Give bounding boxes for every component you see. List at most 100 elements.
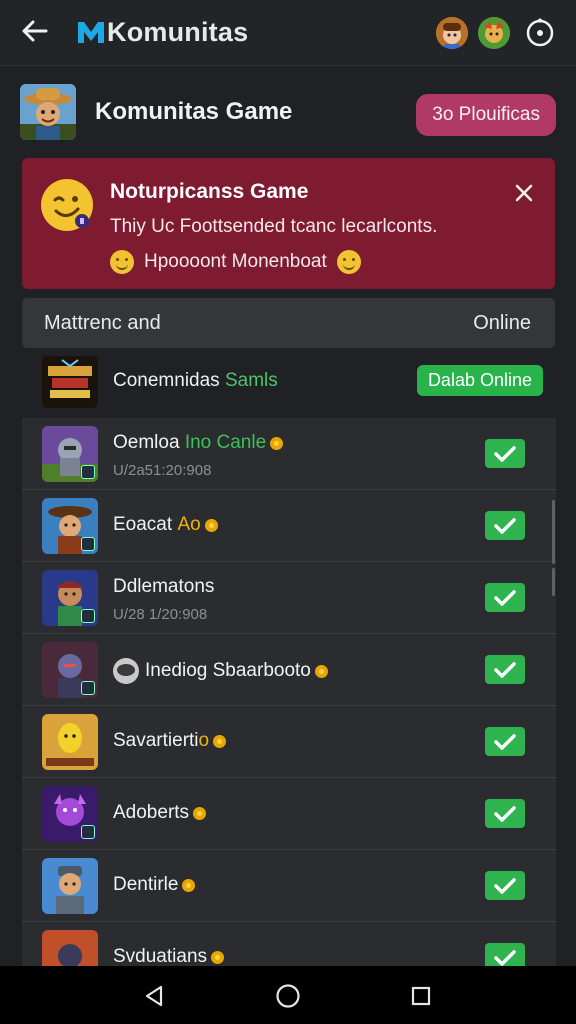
user-avatar-2[interactable] (478, 17, 510, 49)
featured-title: Conemnidas Samls (113, 370, 278, 392)
nav-back-button[interactable] (141, 983, 167, 1009)
member-name-text: Savartierti (113, 730, 199, 751)
notice-subtext: Hpoooont Monenboat (110, 250, 361, 274)
back-button[interactable] (18, 14, 52, 48)
scrollbar-track[interactable] (552, 568, 555, 596)
avatar-face-icon (436, 17, 468, 49)
member-checkbox[interactable] (485, 583, 525, 612)
system-navigation-bar (0, 966, 576, 1024)
member-checkbox[interactable] (485, 511, 525, 540)
member-badge-icon (81, 825, 95, 839)
smiley-icon (110, 250, 134, 274)
checkmark-icon (494, 877, 516, 894)
featured-title-prefix: Conemnidas (113, 370, 220, 391)
member-name-text: Ddlematons (113, 576, 215, 597)
list-item[interactable]: Ddlematons U/28 1/20:908 (22, 562, 556, 634)
member-name: Savartierti o (113, 730, 227, 752)
app-logo-icon (78, 22, 104, 43)
coin-icon (211, 950, 225, 964)
app-title-text: Komunitas (107, 16, 249, 47)
member-checkbox[interactable] (485, 799, 525, 828)
member-checkbox[interactable] (485, 871, 525, 900)
member-name: Eoacat Ao (113, 514, 218, 536)
notice-close-button[interactable] (513, 182, 535, 204)
square-recents-icon (411, 986, 431, 1006)
member-checkbox[interactable] (485, 727, 525, 756)
settings-ring-icon (526, 18, 554, 47)
member-badge-icon (81, 537, 95, 551)
member-timestamp: U/2a51:20:908 (113, 462, 212, 479)
checkmark-icon (494, 733, 516, 750)
avatar-character-icon (478, 17, 510, 49)
notice-subtext-label: Hpoooont Monenboat (144, 251, 327, 272)
member-thumbnail (42, 426, 98, 482)
checkmark-icon (494, 661, 516, 678)
member-checkbox[interactable] (485, 943, 525, 966)
top-app-bar: Komunitas (0, 0, 576, 66)
member-thumbnail (42, 858, 98, 914)
member-name-text: Oemloa (113, 432, 180, 453)
cowboy-character-icon (20, 84, 76, 140)
member-thumbnail (42, 498, 98, 554)
member-name-text: Inediog Sbaarbooto (145, 660, 311, 681)
coin-icon (182, 878, 196, 892)
triangle-back-icon (145, 985, 163, 1007)
coin-icon (213, 734, 227, 748)
member-name-text: Adoberts (113, 802, 190, 823)
notice-banner: Noturpicanss Game Thiy Uc Foottsended tc… (22, 158, 555, 289)
member-timestamp: U/28 1/20:908 (113, 606, 208, 623)
checkmark-icon (494, 805, 516, 822)
list-item[interactable]: Oemloa Ino Canle U/2a51:20:908 (22, 418, 556, 490)
coin-icon (193, 806, 207, 820)
list-item[interactable]: Adoberts (22, 778, 556, 850)
list-item[interactable]: Eoacat Ao (22, 490, 556, 562)
checkmark-icon (494, 949, 516, 966)
member-name-highlight: o (198, 730, 210, 751)
online-status-button[interactable]: Dalab Online (416, 365, 543, 396)
list-item[interactable]: Inediog Sbaarbooto (22, 634, 556, 706)
member-name-text: Svduatians (113, 946, 208, 966)
nav-home-button[interactable] (275, 983, 301, 1009)
checkmark-icon (494, 589, 516, 606)
member-badge-icon (81, 681, 95, 695)
arrow-left-icon (22, 20, 48, 42)
member-badge-icon (81, 609, 95, 623)
member-checkbox[interactable] (485, 439, 525, 468)
member-name: Oemloa Ino Canle (113, 432, 284, 454)
game-logo-icon (42, 356, 98, 408)
banana-character-icon (42, 714, 98, 770)
community-action-button[interactable]: 3o Plouificas (416, 94, 556, 136)
coin-icon (314, 664, 328, 678)
member-thumbnail (42, 570, 98, 626)
member-name: Ddlematons (113, 576, 214, 598)
list-item[interactable]: Savartierti o (22, 706, 556, 778)
close-icon (515, 184, 533, 202)
member-name-text: Eoacat (113, 514, 173, 535)
featured-row[interactable]: Conemnidas Samls Dalab Online (22, 350, 555, 414)
community-header: Komunitas Game 3o Plouificas (20, 84, 556, 144)
notice-title: Noturpicanss Game (110, 180, 309, 203)
list-header-left: Mattrenc and (44, 312, 161, 334)
member-checkbox[interactable] (485, 655, 525, 684)
app-title: Komunitas (76, 14, 248, 50)
list-item[interactable]: Svduatians (22, 922, 556, 966)
member-name: Inediog Sbaarbooto (113, 658, 328, 684)
member-thumbnail (42, 930, 98, 966)
member-list-header: Mattrenc and Online (22, 298, 555, 348)
community-avatar (20, 84, 76, 140)
coin-icon (270, 436, 284, 450)
profile-face-icon (113, 658, 139, 684)
user-avatar-1[interactable] (436, 17, 468, 49)
member-thumbnail (42, 786, 98, 842)
list-item[interactable]: Dentirle (22, 850, 556, 922)
scrollbar-thumb[interactable] (552, 500, 555, 564)
community-title: Komunitas Game (95, 98, 293, 125)
featured-thumbnail (42, 356, 98, 408)
checkmark-icon (494, 517, 516, 534)
member-name: Dentirle (113, 874, 196, 896)
member-name-highlight: Ao (177, 514, 201, 535)
nav-recents-button[interactable] (408, 983, 434, 1009)
featured-title-highlight: Samls (224, 370, 278, 391)
settings-button[interactable] (524, 17, 556, 49)
circle-home-icon (276, 984, 300, 1008)
